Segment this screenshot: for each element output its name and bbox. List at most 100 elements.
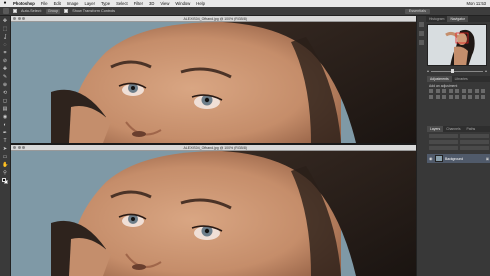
document-window-bottom: ALEXIS04_Ofhand.jpg @ 100% (RGB/8) bbox=[11, 145, 416, 276]
blend-mode-dropdown[interactable] bbox=[429, 140, 458, 144]
minimize-window-icon[interactable] bbox=[17, 17, 21, 20]
photoshop-window: ● Photoshop File Edit Image Layer Type Select F… bbox=[0, 0, 490, 276]
tab-navigator[interactable]: Navigator bbox=[447, 16, 468, 22]
shape-tool-icon[interactable]: ▭ bbox=[2, 154, 8, 160]
pen-tool-icon[interactable]: ✒ bbox=[2, 130, 8, 136]
menu-photoshop[interactable]: Photoshop bbox=[10, 0, 38, 7]
adjustment-icon[interactable] bbox=[468, 89, 472, 93]
auto-select-checkbox[interactable] bbox=[13, 9, 17, 13]
menu-help[interactable]: Help bbox=[193, 0, 208, 7]
workspace-dropdown[interactable]: Essentials bbox=[404, 8, 430, 14]
move-tool-preset-icon[interactable] bbox=[3, 8, 9, 14]
tab-histogram[interactable]: Histogram bbox=[426, 16, 447, 22]
brush-tool-icon[interactable]: ✎ bbox=[2, 74, 8, 80]
auto-select-dropdown[interactable]: Group bbox=[45, 8, 61, 14]
type-tool-icon[interactable]: T bbox=[2, 138, 8, 144]
document-canvas[interactable] bbox=[11, 150, 416, 276]
dodge-tool-icon[interactable]: ◐ bbox=[2, 122, 8, 128]
tab-adjustments[interactable]: Adjustments bbox=[427, 76, 452, 82]
menu-select[interactable]: Select bbox=[113, 0, 131, 7]
menu-filter[interactable]: Filter bbox=[131, 0, 146, 7]
history-panel-icon[interactable] bbox=[419, 22, 424, 27]
crop-tool-icon[interactable]: ⌗ bbox=[2, 50, 8, 56]
adjustment-icon[interactable] bbox=[429, 94, 433, 99]
layer-filter-dropdown[interactable] bbox=[429, 134, 458, 138]
path-select-tool-icon[interactable]: ➤ bbox=[2, 146, 8, 152]
eyedropper-tool-icon[interactable]: ⊘ bbox=[2, 58, 8, 64]
menu-type[interactable]: Type bbox=[98, 0, 113, 7]
zoom-slider-knob[interactable] bbox=[451, 69, 454, 73]
minimize-window-icon[interactable] bbox=[17, 146, 21, 149]
zoom-out-icon[interactable] bbox=[427, 70, 429, 72]
adjustment-icon[interactable] bbox=[461, 94, 466, 99]
color-swatches[interactable] bbox=[2, 178, 8, 184]
layer-row-background[interactable]: ◉ Background ▣ bbox=[427, 154, 490, 163]
menu-edit[interactable]: Edit bbox=[51, 0, 64, 7]
swatches-panel-icon[interactable] bbox=[419, 40, 424, 45]
document-window-top: ALEXIS04_Ofhand.jpg @ 100% (RGB/8) bbox=[11, 16, 416, 143]
tab-libraries[interactable]: Libraries bbox=[452, 76, 471, 82]
lock-controls[interactable] bbox=[429, 146, 458, 150]
marquee-tool-icon[interactable]: ⬚ bbox=[2, 26, 8, 32]
navigator-thumbnail[interactable] bbox=[427, 24, 487, 66]
adjustment-icon[interactable] bbox=[435, 89, 440, 93]
menubar-clock: Mon 11:53 bbox=[466, 1, 486, 6]
adjustment-icon[interactable] bbox=[448, 89, 453, 93]
menu-3d[interactable]: 3D bbox=[146, 0, 157, 7]
lasso-tool-icon[interactable]: ʆ bbox=[2, 34, 8, 40]
adjustment-icon[interactable] bbox=[442, 89, 446, 93]
zoom-in-icon[interactable] bbox=[485, 70, 487, 72]
layer-filter-icons[interactable] bbox=[460, 134, 489, 138]
fill-field[interactable] bbox=[460, 146, 489, 150]
clone-stamp-tool-icon[interactable]: ⊕ bbox=[2, 82, 8, 88]
adjustment-icon[interactable] bbox=[474, 89, 479, 93]
adjustment-icon[interactable] bbox=[429, 89, 433, 93]
document-canvas[interactable] bbox=[11, 21, 416, 143]
healing-brush-tool-icon[interactable]: ✚ bbox=[2, 66, 8, 72]
adjustment-icon[interactable] bbox=[481, 89, 485, 93]
show-transform-checkbox[interactable] bbox=[64, 9, 69, 13]
right-panels: Histogram Navigator Adjustments Librarie… bbox=[416, 16, 490, 276]
opacity-field[interactable] bbox=[460, 140, 489, 144]
close-window-icon[interactable] bbox=[13, 146, 16, 149]
zoom-window-icon[interactable] bbox=[22, 17, 25, 20]
menu-file[interactable]: File bbox=[38, 0, 51, 7]
foreground-color-swatch[interactable] bbox=[2, 178, 6, 182]
adjustment-icon[interactable] bbox=[468, 94, 472, 99]
tab-paths[interactable]: Paths bbox=[464, 126, 479, 132]
adjustment-icon[interactable] bbox=[442, 94, 446, 99]
show-transform-label: Show Transform Controls bbox=[72, 9, 116, 13]
move-tool-icon[interactable]: ✥ bbox=[2, 18, 8, 24]
blur-tool-icon[interactable]: ◉ bbox=[2, 114, 8, 120]
adjustment-icon[interactable] bbox=[474, 94, 479, 99]
close-window-icon[interactable] bbox=[13, 17, 16, 20]
tab-layers[interactable]: Layers bbox=[427, 126, 444, 132]
adjustment-icon[interactable] bbox=[481, 94, 485, 99]
zoom-slider[interactable] bbox=[427, 69, 487, 73]
quick-select-tool-icon[interactable]: ◌ bbox=[2, 42, 8, 48]
document-title: ALEXIS04_Ofhand.jpg @ 100% (RGB/8) bbox=[183, 16, 247, 21]
adjustment-icon[interactable] bbox=[455, 89, 459, 93]
zoom-tool-icon[interactable]: ⚲ bbox=[2, 170, 8, 176]
adjustment-icon[interactable] bbox=[448, 94, 453, 99]
apple-menu-icon[interactable]: ● bbox=[0, 0, 10, 7]
eraser-tool-icon[interactable]: ◻ bbox=[2, 98, 8, 104]
properties-panel-icon[interactable] bbox=[419, 31, 424, 36]
zoom-window-icon[interactable] bbox=[22, 146, 25, 149]
menu-view[interactable]: View bbox=[157, 0, 172, 7]
adjustment-icon[interactable] bbox=[461, 89, 466, 93]
gradient-tool-icon[interactable]: ▤ bbox=[2, 106, 8, 112]
menu-window[interactable]: Window bbox=[172, 0, 193, 7]
layer-name: Background bbox=[445, 156, 464, 161]
hand-tool-icon[interactable]: ✋ bbox=[2, 162, 8, 168]
collapsed-panel-icons bbox=[417, 22, 426, 45]
menu-image[interactable]: Image bbox=[64, 0, 82, 7]
tab-channels[interactable]: Channels bbox=[443, 126, 463, 132]
portrait-image bbox=[11, 21, 416, 143]
menu-layer[interactable]: Layer bbox=[81, 0, 97, 7]
adjustment-icon[interactable] bbox=[455, 94, 459, 99]
history-brush-tool-icon[interactable]: ⟲ bbox=[2, 90, 8, 96]
adjustment-icon[interactable] bbox=[435, 94, 440, 99]
options-bar: Auto-Select: Group Show Transform Contro… bbox=[0, 7, 490, 16]
visibility-eye-icon[interactable]: ◉ bbox=[429, 156, 433, 161]
